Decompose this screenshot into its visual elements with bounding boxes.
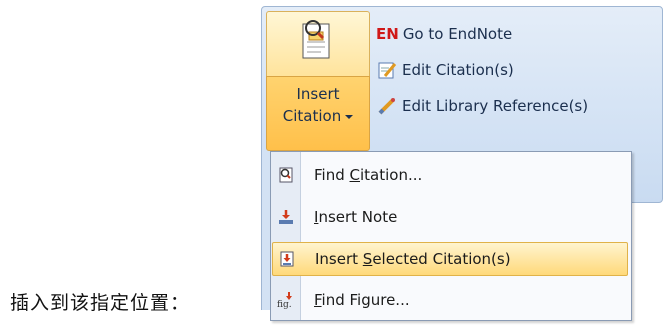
endnote-icon: EN xyxy=(376,25,399,43)
menu-item-label: Insert Note xyxy=(314,208,397,226)
label-part: Insert xyxy=(315,250,363,268)
menu-item-label: Find Citation... xyxy=(314,166,422,184)
insert-selected-citation-icon xyxy=(273,250,301,268)
label-part: nsert Note xyxy=(318,208,398,226)
insert-citation-label-text: Citation xyxy=(282,107,342,125)
label-part: Find xyxy=(314,166,350,184)
chevron-down-icon xyxy=(345,114,354,119)
menu-item-find-figure[interactable]: fig. Find Figure... xyxy=(272,283,628,317)
caption-text: 插入到该指定位置： xyxy=(10,292,191,314)
label-part: elected Citation(s) xyxy=(372,250,511,268)
label-part: ind Figure... xyxy=(321,291,410,309)
insert-citation-dropdown[interactable]: Insert Citation xyxy=(266,76,370,151)
mnemonic: S xyxy=(362,250,373,268)
insert-citation-label-line1: Insert xyxy=(296,85,340,103)
menu-item-label: Insert Selected Citation(s) xyxy=(315,250,511,268)
mnemonic: F xyxy=(314,291,322,309)
insert-citation-icon xyxy=(299,18,337,74)
go-to-endnote-button[interactable]: EN Go to EndNote xyxy=(376,21,512,47)
edit-citations-button[interactable]: Edit Citation(s) xyxy=(376,57,514,83)
svg-text:fig.: fig. xyxy=(277,300,292,309)
insert-citation-button[interactable] xyxy=(266,11,370,77)
insert-citation-menu: Find Citation... Insert Note Insert Sele… xyxy=(270,151,632,321)
find-figure-icon: fig. xyxy=(272,291,300,309)
go-to-endnote-label: Go to EndNote xyxy=(402,25,513,43)
insert-note-icon xyxy=(272,208,300,226)
edit-citation-icon xyxy=(376,59,398,81)
edit-library-reference-button[interactable]: Edit Library Reference(s) xyxy=(376,93,588,119)
menu-item-label: Find Figure... xyxy=(314,291,410,309)
find-citation-icon xyxy=(272,166,300,184)
edit-library-reference-label: Edit Library Reference(s) xyxy=(402,97,589,115)
label-part: itation... xyxy=(360,166,423,184)
edit-library-reference-icon xyxy=(376,95,398,117)
menu-item-insert-selected-citations[interactable]: Insert Selected Citation(s) xyxy=(272,242,628,276)
edit-citations-label: Edit Citation(s) xyxy=(402,61,514,79)
menu-item-insert-note[interactable]: Insert Note xyxy=(272,200,628,234)
menu-item-find-citation[interactable]: Find Citation... xyxy=(272,158,628,192)
insert-citation-label-line2: Citation xyxy=(267,107,369,125)
mnemonic: C xyxy=(349,166,360,184)
